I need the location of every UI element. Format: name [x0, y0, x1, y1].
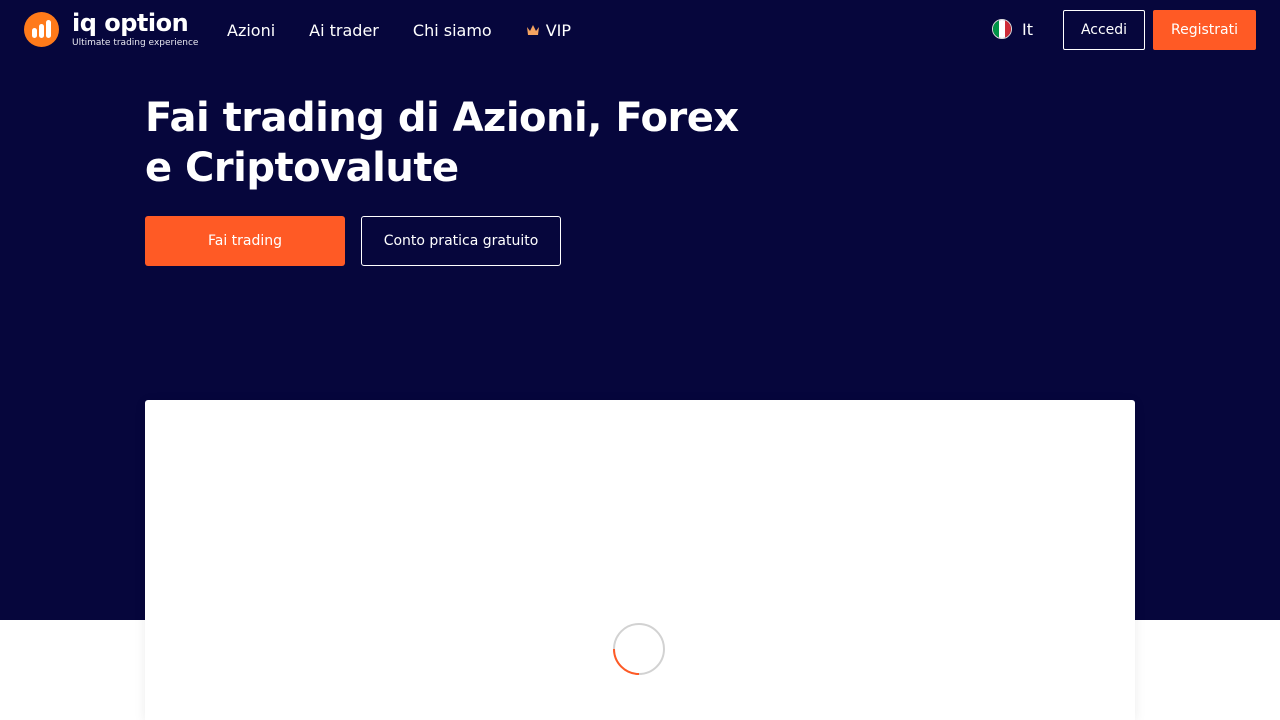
logo-name: iq option — [72, 9, 189, 37]
iq-option-logo-icon — [24, 12, 59, 47]
crown-icon — [526, 25, 539, 35]
nav-item-ai-trader[interactable]: Ai trader — [309, 21, 379, 40]
loading-spinner-icon — [613, 623, 665, 675]
main-nav: Azioni Ai trader Chi siamo VIP — [227, 18, 605, 42]
nav-item-azioni[interactable]: Azioni — [227, 21, 275, 40]
logo[interactable]: iq option Ultimate trading experience — [24, 11, 198, 48]
hero-title-line-1: Fai trading di Azioni, Forex — [145, 95, 739, 141]
language-label: It — [1022, 19, 1033, 39]
nav-item-vip-label: VIP — [545, 20, 572, 40]
nav-item-chi-siamo[interactable]: Chi siamo — [413, 21, 492, 40]
hero-title-line-2: e Criptovalute — [145, 145, 459, 191]
free-demo-account-button[interactable]: Conto pratica gratuito — [361, 216, 561, 266]
hero-title: Fai trading di Azioni, Forex e Criptoval… — [145, 93, 745, 193]
login-button[interactable]: Accedi — [1063, 10, 1145, 50]
italy-flag-icon — [992, 19, 1012, 39]
register-button[interactable]: Registrati — [1153, 10, 1256, 50]
content-card — [145, 400, 1135, 720]
language-selector[interactable]: It — [992, 19, 1033, 39]
logo-tagline: Ultimate trading experience — [72, 38, 199, 48]
nav-item-vip[interactable]: VIP — [526, 21, 571, 40]
start-trading-button[interactable]: Fai trading — [145, 216, 345, 266]
